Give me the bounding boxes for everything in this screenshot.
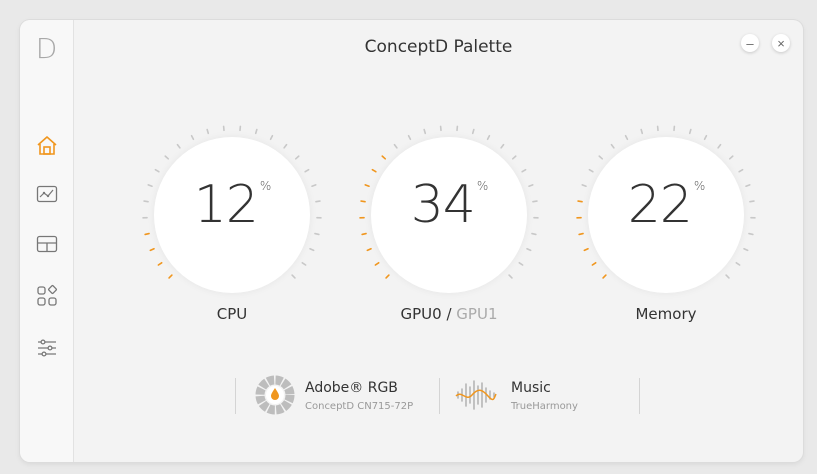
sidebar-item-color-profiles[interactable] <box>33 180 61 208</box>
sidebar-item-apps[interactable] <box>33 282 61 310</box>
gauge-tick <box>309 247 315 252</box>
gauge-tick <box>176 143 181 149</box>
gauge-tick <box>168 274 173 279</box>
gauge-tick <box>154 168 160 173</box>
app-title: ConceptD Palette <box>364 37 513 57</box>
app-logo: D <box>35 32 58 65</box>
gauge-tick <box>190 134 195 141</box>
gauge-tick <box>735 261 741 266</box>
gauge-tick <box>624 134 629 141</box>
gauge-tick <box>717 143 722 149</box>
gauge-tick <box>526 247 532 252</box>
gpu-value: 34% <box>410 175 489 235</box>
gauge-tick <box>640 128 644 135</box>
gauge-tick <box>602 274 607 279</box>
sidebar-item-layout[interactable] <box>33 230 61 258</box>
gauge-tick <box>291 274 296 279</box>
minimize-button[interactable]: – <box>741 34 759 52</box>
gauge-tick <box>471 128 475 135</box>
audio-profile-title: Music <box>511 380 551 396</box>
cpu-unit: % <box>259 179 271 193</box>
gauge-tick <box>521 168 527 173</box>
color-wheel-icon <box>255 375 295 415</box>
sidebar-item-settings[interactable] <box>33 334 61 362</box>
gpu1-toggle[interactable]: GPU1 <box>456 305 497 323</box>
sidebar: D <box>20 20 74 462</box>
gauge-tick <box>518 261 524 266</box>
gauge-tick <box>206 128 210 135</box>
audio-wave-icon <box>455 380 497 410</box>
gauge-tick <box>610 143 615 149</box>
gauge-tick <box>688 128 692 135</box>
gauge-tick <box>381 155 387 160</box>
app-window: D ConceptD Palette – × 12 % CPU 34 % GPU… <box>20 20 803 462</box>
home-icon <box>37 136 57 155</box>
gauge-tick <box>374 261 380 266</box>
gpu-unit: % <box>476 179 488 193</box>
gauge-tick <box>385 274 390 279</box>
gauge-tick <box>269 134 274 141</box>
gauge-tick <box>511 155 517 160</box>
gauge-tick <box>500 143 505 149</box>
title-bar: ConceptD Palette <box>74 20 803 70</box>
memory-unit: % <box>693 179 705 193</box>
divider <box>235 378 236 414</box>
gpu-gauge: 34% <box>349 115 549 315</box>
cpu-label: CPU <box>216 305 248 323</box>
minimize-icon: – <box>746 35 754 51</box>
gauge-tick <box>283 143 288 149</box>
gauge-tick <box>366 247 372 252</box>
close-icon: × <box>777 35 785 51</box>
gauge-tick <box>583 247 589 252</box>
gauge-tick <box>371 168 377 173</box>
color-profile-title: Adobe® RGB <box>305 380 398 396</box>
color-profile-card[interactable]: Adobe® RGB ConceptD CN715-72P <box>252 372 437 420</box>
sidebar-item-home[interactable] <box>33 132 61 160</box>
sliders-icon <box>38 339 56 357</box>
gauge-tick <box>703 134 708 141</box>
divider <box>439 378 440 414</box>
gauge-tick <box>407 134 412 141</box>
gauge-tick <box>164 155 170 160</box>
gauge-tick <box>393 143 398 149</box>
gpu-label: GPU0 / GPU1 <box>400 305 498 323</box>
gauge-tick <box>149 247 155 252</box>
color-curve-icon <box>36 185 58 203</box>
divider <box>639 378 640 414</box>
cpu-gauge: 12% <box>132 115 332 315</box>
gauge-tick <box>588 168 594 173</box>
memory-label: Memory <box>635 305 697 323</box>
gauge-tick <box>725 274 730 279</box>
gauge-tick <box>743 247 749 252</box>
gauge-tick <box>157 261 163 266</box>
gauge-tick <box>294 155 300 160</box>
cpu-value: 12% <box>193 175 272 235</box>
gauge-tick <box>508 274 513 279</box>
gauge-tick <box>486 134 491 141</box>
memory-value: 22% <box>627 175 706 235</box>
gauge-tick <box>591 261 597 266</box>
audio-profile-subtitle: TrueHarmony <box>511 401 578 412</box>
gauge-tick <box>254 128 258 135</box>
gauge-tick <box>304 168 310 173</box>
layout-icon <box>36 235 58 253</box>
memory-gauge: 22% <box>566 115 766 315</box>
gpu0-toggle[interactable]: GPU0 <box>401 305 442 323</box>
gauge-tick <box>598 155 604 160</box>
apps-icon <box>37 285 57 306</box>
color-profile-subtitle: ConceptD CN715-72P <box>305 401 414 412</box>
gauge-tick <box>738 168 744 173</box>
close-button[interactable]: × <box>772 34 790 52</box>
gauge-tick <box>728 155 734 160</box>
gauge-tick <box>423 128 427 135</box>
audio-profile-card[interactable]: Music TrueHarmony <box>452 372 632 420</box>
gauge-tick <box>301 261 307 266</box>
